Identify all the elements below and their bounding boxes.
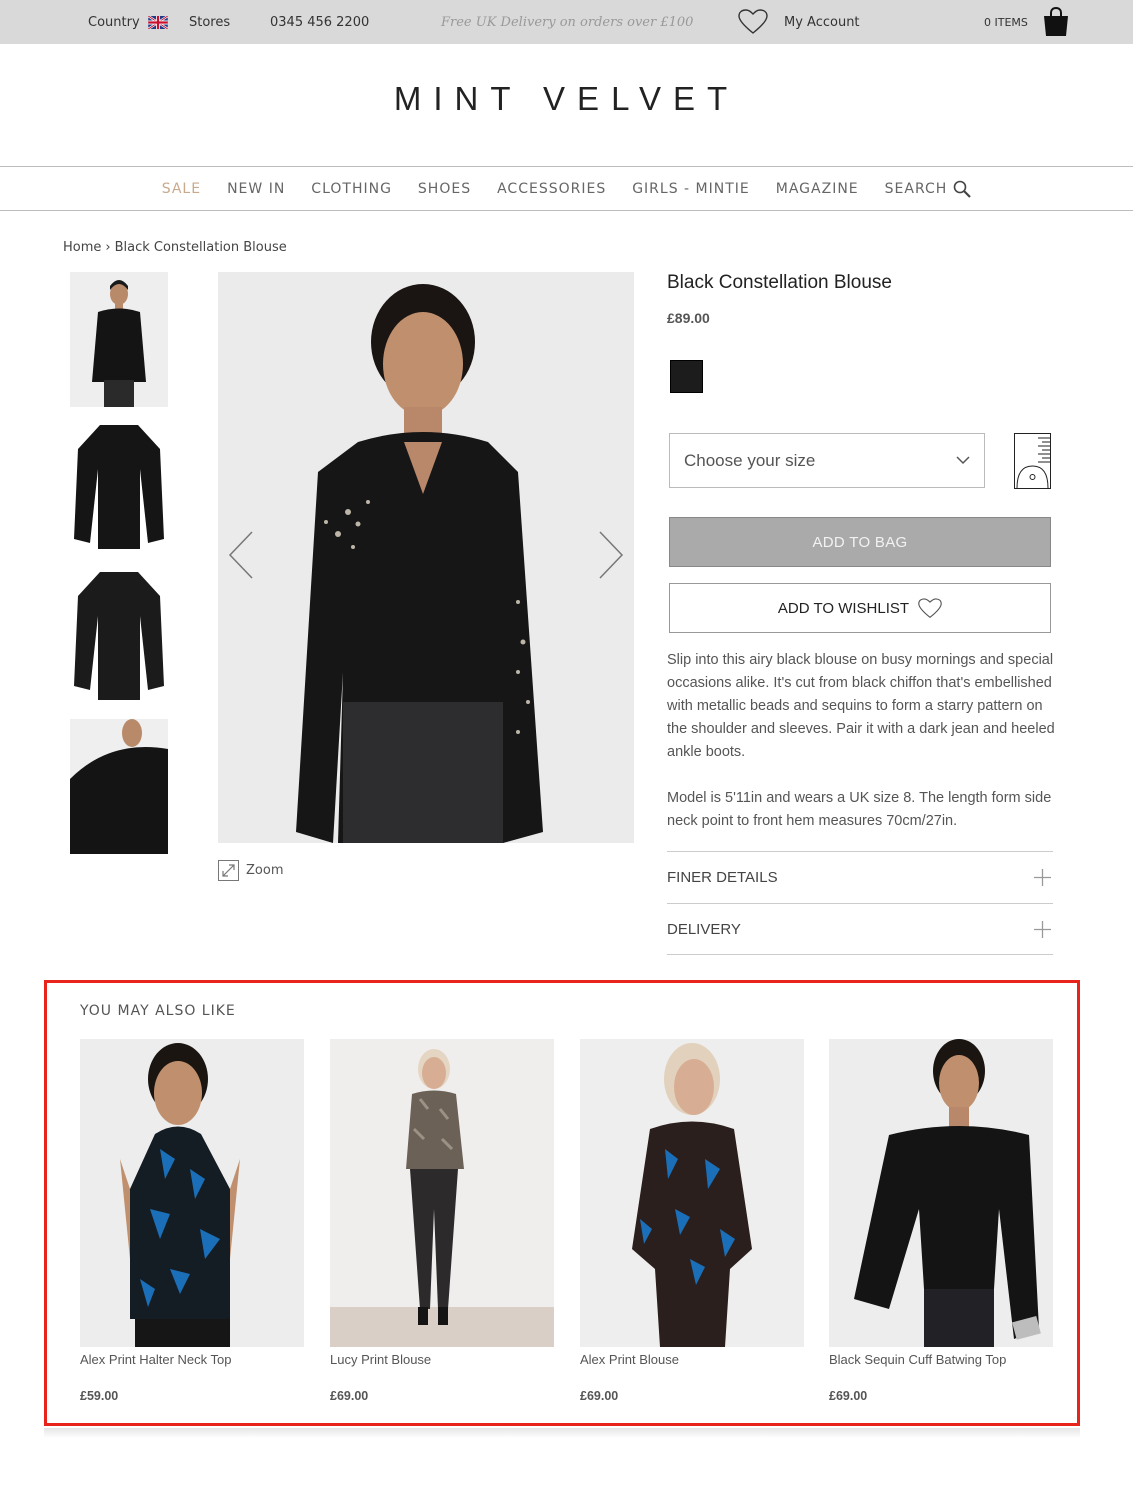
country-selector[interactable]: Country: [88, 0, 168, 44]
zoom-label: Zoom: [246, 863, 284, 878]
size-select[interactable]: Choose your size: [669, 433, 985, 488]
stores-link[interactable]: Stores: [189, 0, 230, 44]
plus-icon: [1034, 920, 1051, 938]
accordion-delivery-label: DELIVERY: [667, 920, 741, 938]
recommendation-image[interactable]: [80, 1039, 304, 1347]
nav-item-magazine[interactable]: MAGAZINE: [776, 181, 859, 197]
size-placeholder: Choose your size: [684, 450, 816, 470]
wishlist-heart-icon[interactable]: [738, 0, 768, 44]
breadcrumb-home[interactable]: Home: [63, 240, 101, 255]
zoom-control[interactable]: Zoom: [218, 860, 283, 881]
uk-flag-icon: [147, 15, 168, 29]
recommendations-shadow: [44, 1428, 1080, 1438]
delivery-message: Free UK Delivery on orders over £100: [441, 14, 694, 30]
recommendation-card[interactable]: Black Sequin Cuff Batwing Top £69.00: [829, 1039, 1053, 1403]
bag-item-count[interactable]: 0 ITEMS: [984, 0, 1028, 44]
phone-number[interactable]: 0345 456 2200: [270, 0, 369, 44]
recommendation-card[interactable]: Alex Print Blouse £69.00: [580, 1039, 804, 1403]
recommendation-name[interactable]: Alex Print Blouse: [580, 1352, 804, 1367]
product-price: £89.00: [667, 310, 710, 326]
breadcrumb-separator: ›: [105, 240, 111, 255]
nav-search[interactable]: SEARCH: [885, 180, 972, 198]
top-utility-bar: Country Stores 0345 456 2200 Free UK Del…: [0, 0, 1133, 44]
nav-item-new-in[interactable]: NEW IN: [227, 181, 285, 197]
country-label: Country: [88, 14, 140, 30]
recommendations-title: YOU MAY ALSO LIKE: [80, 1003, 236, 1019]
recommendation-name[interactable]: Black Sequin Cuff Batwing Top: [829, 1352, 1053, 1367]
recommendation-price: £69.00: [580, 1389, 619, 1403]
model-photo: [218, 272, 634, 843]
add-to-wishlist-button[interactable]: ADD TO WISHLIST: [669, 583, 1051, 633]
color-swatch-black[interactable]: [670, 360, 703, 393]
recommendation-price: £69.00: [330, 1389, 369, 1403]
next-image-arrow-icon[interactable]: [598, 530, 624, 580]
recommendation-price: £69.00: [829, 1389, 868, 1403]
description-text: Slip into this airy black blouse on busy…: [667, 652, 1055, 760]
recommendation-name[interactable]: Lucy Print Blouse: [330, 1352, 554, 1367]
main-navigation: SALE NEW IN CLOTHING SHOES ACCESSORIES G…: [0, 166, 1133, 211]
search-icon: [953, 180, 972, 198]
accordion-delivery[interactable]: DELIVERY: [667, 903, 1053, 955]
breadcrumb-current: Black Constellation Blouse: [114, 240, 287, 255]
add-to-bag-button[interactable]: ADD TO BAG: [669, 517, 1051, 567]
model-info-text: Model is 5'11in and wears a UK size 8. T…: [667, 790, 1052, 829]
main-product-image[interactable]: [218, 272, 634, 843]
previous-image-arrow-icon[interactable]: [228, 530, 254, 580]
my-account-link[interactable]: My Account: [784, 0, 860, 44]
thumbnail-front[interactable]: [70, 272, 168, 407]
recommendation-image[interactable]: [330, 1039, 554, 1347]
nav-item-sale[interactable]: SALE: [162, 181, 201, 197]
recommendation-price: £59.00: [80, 1389, 119, 1403]
breadcrumb: Home › Black Constellation Blouse: [63, 240, 287, 255]
expand-icon: [218, 860, 239, 881]
thumbnail-flat-back[interactable]: [70, 568, 168, 703]
add-to-wishlist-label: ADD TO WISHLIST: [777, 599, 910, 617]
brand-logo[interactable]: MINT VELVET: [0, 80, 1133, 118]
nav-item-girls-mintie[interactable]: GIRLS - MINTIE: [632, 181, 750, 197]
recommendation-image[interactable]: [829, 1039, 1053, 1347]
product-title: Black Constellation Blouse: [667, 272, 892, 293]
plus-icon: [1034, 869, 1051, 886]
recommendation-image[interactable]: [580, 1039, 804, 1347]
size-guide-icon[interactable]: [1014, 433, 1051, 489]
nav-item-accessories[interactable]: ACCESSORIES: [497, 181, 606, 197]
nav-item-shoes[interactable]: SHOES: [418, 181, 471, 197]
nav-search-label: SEARCH: [884, 180, 948, 197]
recommendation-name[interactable]: Alex Print Halter Neck Top: [80, 1352, 304, 1367]
heart-icon: [918, 597, 942, 618]
recommendation-card[interactable]: Lucy Print Blouse £69.00: [330, 1039, 554, 1403]
accordion-finer-details[interactable]: FINER DETAILS: [667, 851, 1053, 903]
nav-item-clothing[interactable]: CLOTHING: [311, 181, 392, 197]
thumbnail-detail[interactable]: [70, 719, 168, 854]
chevron-down-icon: [956, 456, 970, 465]
accordion-finer-details-label: FINER DETAILS: [667, 869, 778, 886]
recommendation-card[interactable]: Alex Print Halter Neck Top £59.00: [80, 1039, 304, 1403]
thumbnail-flat-front[interactable]: [70, 419, 168, 554]
product-description: Slip into this airy black blouse on busy…: [667, 649, 1057, 833]
shopping-bag-icon[interactable]: [1042, 0, 1070, 44]
